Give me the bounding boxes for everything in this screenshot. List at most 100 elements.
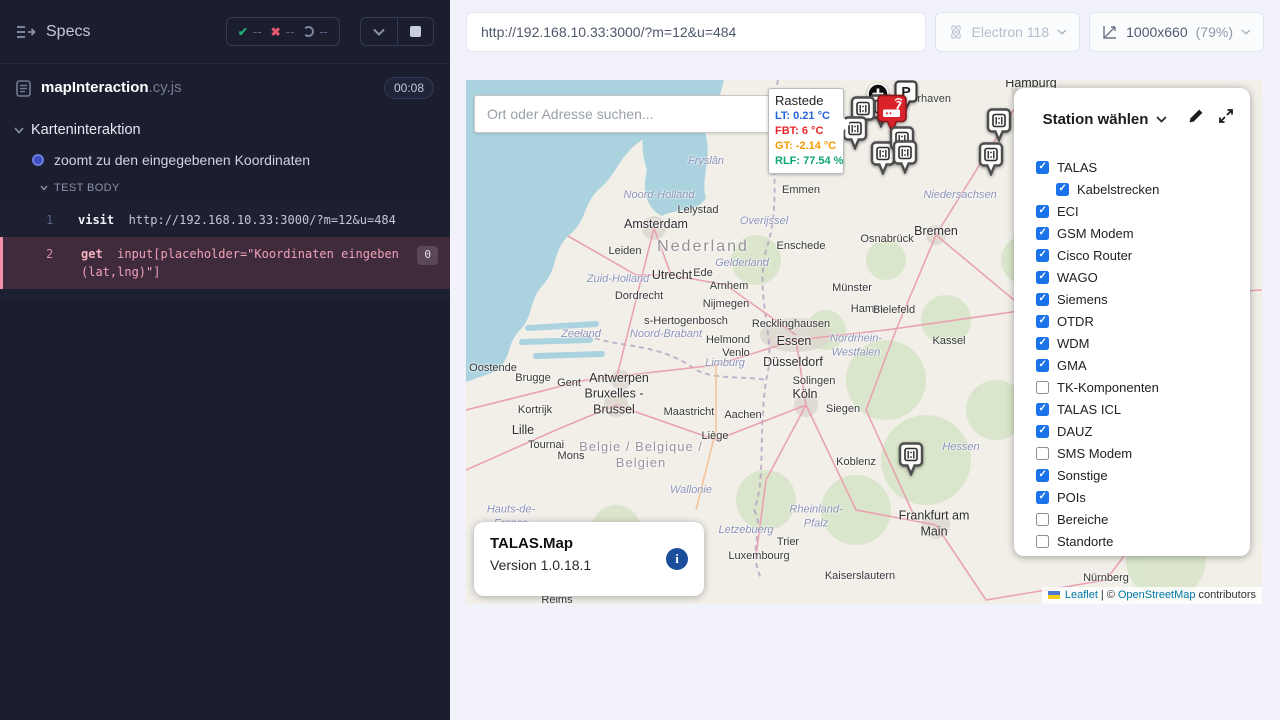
chevron-down-icon[interactable]	[1156, 116, 1167, 123]
station-filter-item[interactable]: Kabelstrecken	[1036, 178, 1250, 200]
station-marker[interactable]	[892, 140, 918, 179]
failed-icon: ✖	[271, 25, 281, 39]
station-filter-item[interactable]: Sonstige	[1036, 464, 1250, 486]
leaflet-link[interactable]: Leaflet	[1065, 589, 1098, 601]
station-filter-checkbox[interactable]	[1036, 359, 1049, 372]
station-filter-checkbox[interactable]	[1036, 205, 1049, 218]
pending-stat: --	[303, 24, 328, 39]
collapse-button[interactable]	[361, 18, 397, 45]
command-method: get	[81, 247, 103, 261]
station-filter-label: Standorte	[1057, 534, 1113, 549]
stop-button[interactable]	[397, 18, 433, 45]
station-filter-item[interactable]: WDM	[1036, 332, 1250, 354]
spec-file-row[interactable]: mapInteraction.cy.js 00:08	[0, 64, 450, 112]
station-filter-item[interactable]: DAUZ	[1036, 420, 1250, 442]
station-filter-item[interactable]: WAGO	[1036, 266, 1250, 288]
station-filter-checkbox[interactable]	[1036, 249, 1049, 262]
station-marker[interactable]	[898, 442, 924, 481]
edit-stations-button[interactable]	[1188, 108, 1204, 124]
copyright-symbol: ©	[1107, 589, 1115, 601]
test-body-label: TEST BODY	[54, 182, 120, 194]
viewport-zoom: (79%)	[1196, 24, 1233, 40]
viewport-size: 1000x660	[1126, 24, 1188, 40]
station-filter-item[interactable]: TK-Komponenten	[1036, 376, 1250, 398]
command-method: visit	[78, 213, 114, 227]
station-filter-label: OTDR	[1057, 314, 1094, 329]
station-filter-label: ECI	[1057, 204, 1079, 219]
attribution-separator: |	[1101, 589, 1104, 601]
station-filter-checkbox[interactable]	[1036, 491, 1049, 504]
station-select-label[interactable]: Station wählen	[1043, 111, 1149, 128]
station-filter-panel: Station wählen TALAS Kabelstrecken ECI GSM …	[1014, 88, 1250, 556]
station-filter-label: GMA	[1057, 358, 1087, 373]
station-marker[interactable]	[978, 142, 1004, 181]
station-filter-item[interactable]: Standorte	[1036, 530, 1250, 552]
station-filter-item[interactable]: GSM Modem	[1036, 222, 1250, 244]
osm-link[interactable]: OpenStreetMap	[1118, 589, 1196, 601]
command-text: visit http://192.168.10.33:3000/?m=12&u=…	[78, 211, 410, 229]
map[interactable]: HamburgBremerhavenBremenNiedersachsenFry…	[466, 80, 1262, 604]
info-icon[interactable]: i	[666, 548, 688, 570]
address-bar[interactable]: http://192.168.10.33:3000/?m=12&u=484	[466, 12, 926, 52]
station-filter-checkbox[interactable]	[1036, 271, 1049, 284]
command-text: get input[placeholder="Koordinaten einge…	[81, 245, 410, 281]
station-filter-item[interactable]: TALAS	[1036, 156, 1250, 178]
station-filter-label: Siemens	[1057, 292, 1108, 307]
test-body-section[interactable]: TEST BODY	[0, 174, 450, 201]
failed-stat: ✖--	[271, 24, 295, 39]
tooltip-measurement: FBT: 6 °C	[775, 124, 837, 139]
station-filter-label: Kabelstrecken	[1077, 182, 1159, 197]
station-filter-item[interactable]: TALAS ICL	[1036, 398, 1250, 420]
station-filter-checkbox[interactable]	[1056, 183, 1069, 196]
station-filter-checkbox[interactable]	[1036, 403, 1049, 416]
specs-menu-icon[interactable]	[16, 24, 36, 40]
pending-icon	[303, 26, 314, 37]
map-search-input[interactable]	[474, 95, 776, 133]
command-row[interactable]: 1visit http://192.168.10.33:3000/?m=12&u…	[0, 203, 450, 237]
station-filter-item[interactable]: Cisco Router	[1036, 244, 1250, 266]
test-stats: ✔-- ✖-- --	[226, 17, 340, 46]
url-text: http://192.168.10.33:3000/?m=12&u=484	[481, 24, 736, 40]
command-count-badge: 0	[417, 246, 438, 265]
station-filter-item[interactable]: Bereiche	[1036, 508, 1250, 530]
chevron-down-icon	[14, 127, 24, 134]
station-filter-checkbox[interactable]	[1036, 161, 1049, 174]
test-running-icon	[32, 154, 44, 166]
ruler-icon	[1102, 25, 1118, 40]
station-filter-checkbox[interactable]	[1036, 337, 1049, 350]
map-attribution: Leaflet | © OpenStreetMap contributors	[1042, 587, 1262, 604]
ukraine-flag-icon	[1048, 591, 1060, 599]
station-filter-item[interactable]: OTDR	[1036, 310, 1250, 332]
spec-name: mapInteraction	[41, 79, 149, 96]
station-filter-checkbox[interactable]	[1036, 315, 1049, 328]
station-filter-item[interactable]: ECI	[1036, 200, 1250, 222]
attribution-suffix: contributors	[1199, 589, 1256, 601]
electron-icon	[948, 24, 964, 40]
suite-karteninteraktion[interactable]: Karteninteraktion	[0, 112, 450, 146]
station-filter-checkbox[interactable]	[1036, 381, 1049, 394]
station-filter-checkbox[interactable]	[1036, 425, 1049, 438]
command-log: 1visit http://192.168.10.33:3000/?m=12&u…	[0, 201, 450, 299]
station-filter-item[interactable]: Siemens	[1036, 288, 1250, 310]
station-filter-item[interactable]: SMS Modem	[1036, 442, 1250, 464]
station-filter-checkbox[interactable]	[1036, 469, 1049, 482]
reporter-header: Specs ✔-- ✖-- --	[0, 0, 450, 64]
station-filter-label: GSM Modem	[1057, 226, 1134, 241]
station-filter-item[interactable]: GMA	[1036, 354, 1250, 376]
chevron-down-icon	[1057, 29, 1067, 35]
station-filter-label: WAGO	[1057, 270, 1098, 285]
station-filter-item[interactable]: POIs	[1036, 486, 1250, 508]
command-row[interactable]: 2get input[placeholder="Koordinaten eing…	[0, 237, 450, 289]
expand-panel-button[interactable]	[1218, 108, 1234, 124]
station-filter-checkbox[interactable]	[1036, 293, 1049, 306]
test-running-row[interactable]: zoomt zu den eingegebenen Koordinaten	[0, 146, 450, 174]
station-filter-checkbox[interactable]	[1036, 513, 1049, 526]
station-filter-checkbox[interactable]	[1036, 535, 1049, 548]
run-controls	[360, 17, 434, 46]
station-filter-checkbox[interactable]	[1036, 447, 1049, 460]
station-filter-checkbox[interactable]	[1036, 227, 1049, 240]
app-title: TALAS.Map	[490, 535, 688, 552]
version-card: TALAS.Map Version 1.0.18.1 i	[474, 522, 704, 596]
viewport-info[interactable]: 1000x660 (79%)	[1089, 12, 1264, 52]
browser-select[interactable]: Electron 118	[935, 12, 1081, 52]
